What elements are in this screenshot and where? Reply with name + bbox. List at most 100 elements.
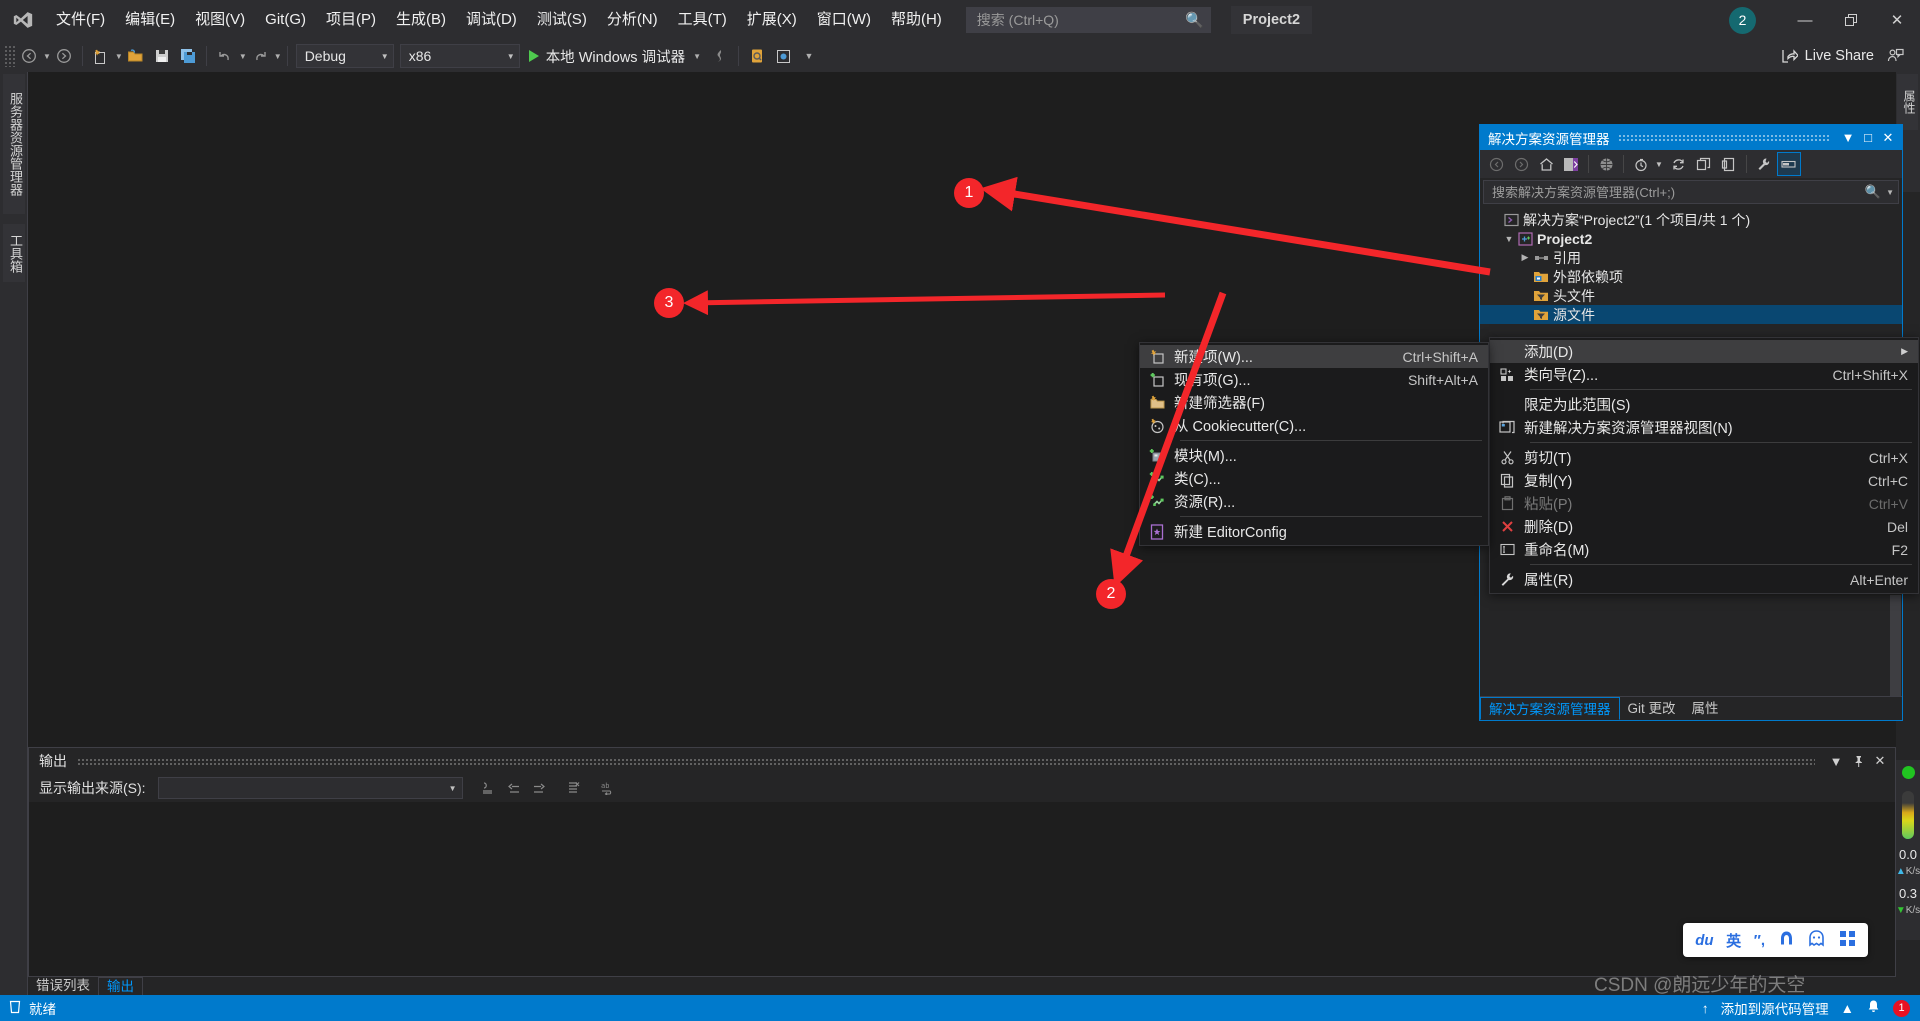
output-text-area[interactable]: [29, 802, 1895, 976]
preview-selected-items-icon[interactable]: [1776, 152, 1801, 176]
tree-twisty-collapsed-icon[interactable]: ▶: [1518, 252, 1532, 263]
pending-changes-icon[interactable]: [1629, 152, 1653, 176]
rail-tab-toolbox[interactable]: 工具箱: [3, 224, 25, 282]
toolbar-grip[interactable]: [4, 45, 16, 67]
go-to-message-icon[interactable]: [477, 777, 499, 799]
menu-tools[interactable]: 工具(T): [668, 0, 737, 40]
menu-item-properties[interactable]: 属性(R) Alt+Enter: [1490, 568, 1918, 591]
pending-changes-dropdown-icon[interactable]: ▼: [1655, 160, 1663, 169]
tree-row-solution[interactable]: 解决方案“Project2”(1 个项目/共 1 个): [1480, 210, 1902, 229]
send-feedback-icon[interactable]: [1882, 43, 1908, 69]
platform-combo[interactable]: x86 ▼: [399, 44, 520, 68]
pin-icon[interactable]: [1847, 750, 1869, 772]
tree-row-external-dependencies[interactable]: 外部依赖项: [1480, 267, 1902, 286]
submenu-item-resource[interactable]: 资源(R)...: [1140, 490, 1488, 513]
menu-item-cut[interactable]: 剪切(T) Ctrl+X: [1490, 446, 1918, 469]
refresh-icon[interactable]: [1667, 152, 1691, 176]
navigate-back-icon[interactable]: [16, 43, 42, 69]
close-icon[interactable]: ✕: [1874, 0, 1920, 40]
menu-help[interactable]: 帮助(H): [881, 0, 952, 40]
close-icon[interactable]: ✕: [1869, 750, 1891, 772]
submenu-item-existing-item[interactable]: 现有项(G)... Shift+Alt+A: [1140, 368, 1488, 391]
menu-item-class-wizard[interactable]: 类向导(Z)... Ctrl+Shift+X: [1490, 363, 1918, 386]
menu-item-rename[interactable]: 重命名(M) F2: [1490, 538, 1918, 561]
rail-tab-server-explorer[interactable]: 服务器资源管理器: [3, 74, 25, 214]
tab-error-list[interactable]: 错误列表: [28, 977, 98, 995]
hot-reload-icon[interactable]: [707, 43, 733, 69]
solution-search-input[interactable]: [1492, 184, 1865, 200]
save-all-icon[interactable]: [175, 43, 201, 69]
search-input[interactable]: [976, 12, 1186, 28]
ime-grid-icon[interactable]: [1839, 930, 1856, 951]
submenu-item-from-cookiecutter[interactable]: 从 Cookiecutter(C)...: [1140, 414, 1488, 437]
output-source-combo[interactable]: ▼: [157, 777, 463, 799]
minimize-icon[interactable]: —: [1782, 0, 1828, 40]
ime-punctuation-icon[interactable]: ″,: [1754, 932, 1765, 949]
tree-row-project[interactable]: ▼ Project2: [1480, 229, 1902, 248]
redo-dropdown-icon[interactable]: ▼: [274, 52, 282, 61]
notification-bell-icon[interactable]: [1866, 999, 1881, 1017]
tree-row-references[interactable]: ▶ 引用: [1480, 248, 1902, 267]
save-icon[interactable]: [149, 43, 175, 69]
menu-item-new-solution-explorer-view[interactable]: 新建解决方案资源管理器视图(N): [1490, 416, 1918, 439]
new-project-icon[interactable]: [88, 43, 114, 69]
chevron-down-icon[interactable]: ▼: [1886, 188, 1894, 197]
live-share-button[interactable]: Live Share: [1773, 43, 1882, 69]
menu-build[interactable]: 生成(B): [386, 0, 456, 40]
menu-git[interactable]: Git(G): [255, 0, 316, 40]
clear-pane-icon[interactable]: [563, 777, 585, 799]
avatar[interactable]: 2: [1729, 6, 1756, 34]
restore-icon[interactable]: [1828, 0, 1874, 40]
menu-item-add[interactable]: 添加(D) ▶: [1490, 340, 1918, 363]
chevron-down-icon[interactable]: ▼: [693, 52, 701, 61]
open-file-icon[interactable]: [123, 43, 149, 69]
tab-output[interactable]: 输出: [98, 977, 143, 995]
menu-view[interactable]: 视图(V): [185, 0, 255, 40]
toolbar-overflow-icon[interactable]: ▼: [796, 43, 822, 69]
submenu-item-class[interactable]: 类(C)...: [1140, 467, 1488, 490]
panel-grip[interactable]: [77, 757, 1815, 765]
baidu-ime-logo-icon[interactable]: du: [1695, 932, 1713, 949]
close-icon[interactable]: ✕: [1878, 128, 1898, 148]
menu-analyze[interactable]: 分析(N): [597, 0, 668, 40]
tab-properties[interactable]: 属性: [1684, 697, 1727, 720]
titlebar-grip[interactable]: [1617, 134, 1830, 141]
new-project-dropdown-icon[interactable]: ▼: [115, 52, 123, 61]
menu-test[interactable]: 测试(S): [527, 0, 597, 40]
chevron-up-icon[interactable]: ▲: [1841, 1001, 1854, 1016]
properties-window-icon[interactable]: [1717, 152, 1741, 176]
ime-assistant-icon[interactable]: [1778, 930, 1795, 951]
menu-item-copy[interactable]: 复制(Y) Ctrl+C: [1490, 469, 1918, 492]
global-search[interactable]: 🔍: [965, 7, 1211, 33]
back-dropdown-icon[interactable]: ▼: [43, 52, 51, 61]
live-preview-icon[interactable]: [770, 43, 796, 69]
forward-icon[interactable]: [1509, 152, 1533, 176]
menu-file[interactable]: 文件(F): [46, 0, 115, 40]
menu-project[interactable]: 项目(P): [316, 0, 386, 40]
home-icon[interactable]: [1534, 152, 1558, 176]
navigate-forward-icon[interactable]: [51, 43, 77, 69]
tree-row-header-files[interactable]: 头文件: [1480, 286, 1902, 305]
menu-edit[interactable]: 编辑(E): [115, 0, 185, 40]
menu-debug[interactable]: 调试(D): [456, 0, 527, 40]
project-chip[interactable]: Project2: [1230, 6, 1313, 34]
redo-icon[interactable]: [247, 43, 273, 69]
rail-tab-properties[interactable]: 属性: [1897, 74, 1918, 130]
ime-ghost-icon[interactable]: [1807, 929, 1826, 951]
menu-window[interactable]: 窗口(W): [807, 0, 881, 40]
preview-changes-icon[interactable]: [744, 43, 770, 69]
toggle-word-wrap-icon[interactable]: ab: [597, 777, 619, 799]
show-all-files-icon[interactable]: [1594, 152, 1618, 176]
menu-extensions[interactable]: 扩展(X): [737, 0, 807, 40]
solution-explorer-search[interactable]: 🔍 ▼: [1483, 180, 1899, 204]
previous-message-icon[interactable]: [503, 777, 525, 799]
ime-language-toggle[interactable]: 英: [1726, 930, 1741, 951]
submenu-item-module[interactable]: 模块(M)...: [1140, 444, 1488, 467]
tree-row-source-files[interactable]: 源文件: [1480, 305, 1902, 324]
collapse-all-icon[interactable]: [1692, 152, 1716, 176]
switch-views-icon[interactable]: [1559, 152, 1583, 176]
undo-dropdown-icon[interactable]: ▼: [239, 52, 247, 61]
chevron-down-icon[interactable]: ▼: [1838, 128, 1858, 148]
submenu-item-new-item[interactable]: 新建项(W)... Ctrl+Shift+A: [1140, 345, 1488, 368]
status-source-control-text[interactable]: 添加到源代码管理: [1721, 998, 1829, 1018]
